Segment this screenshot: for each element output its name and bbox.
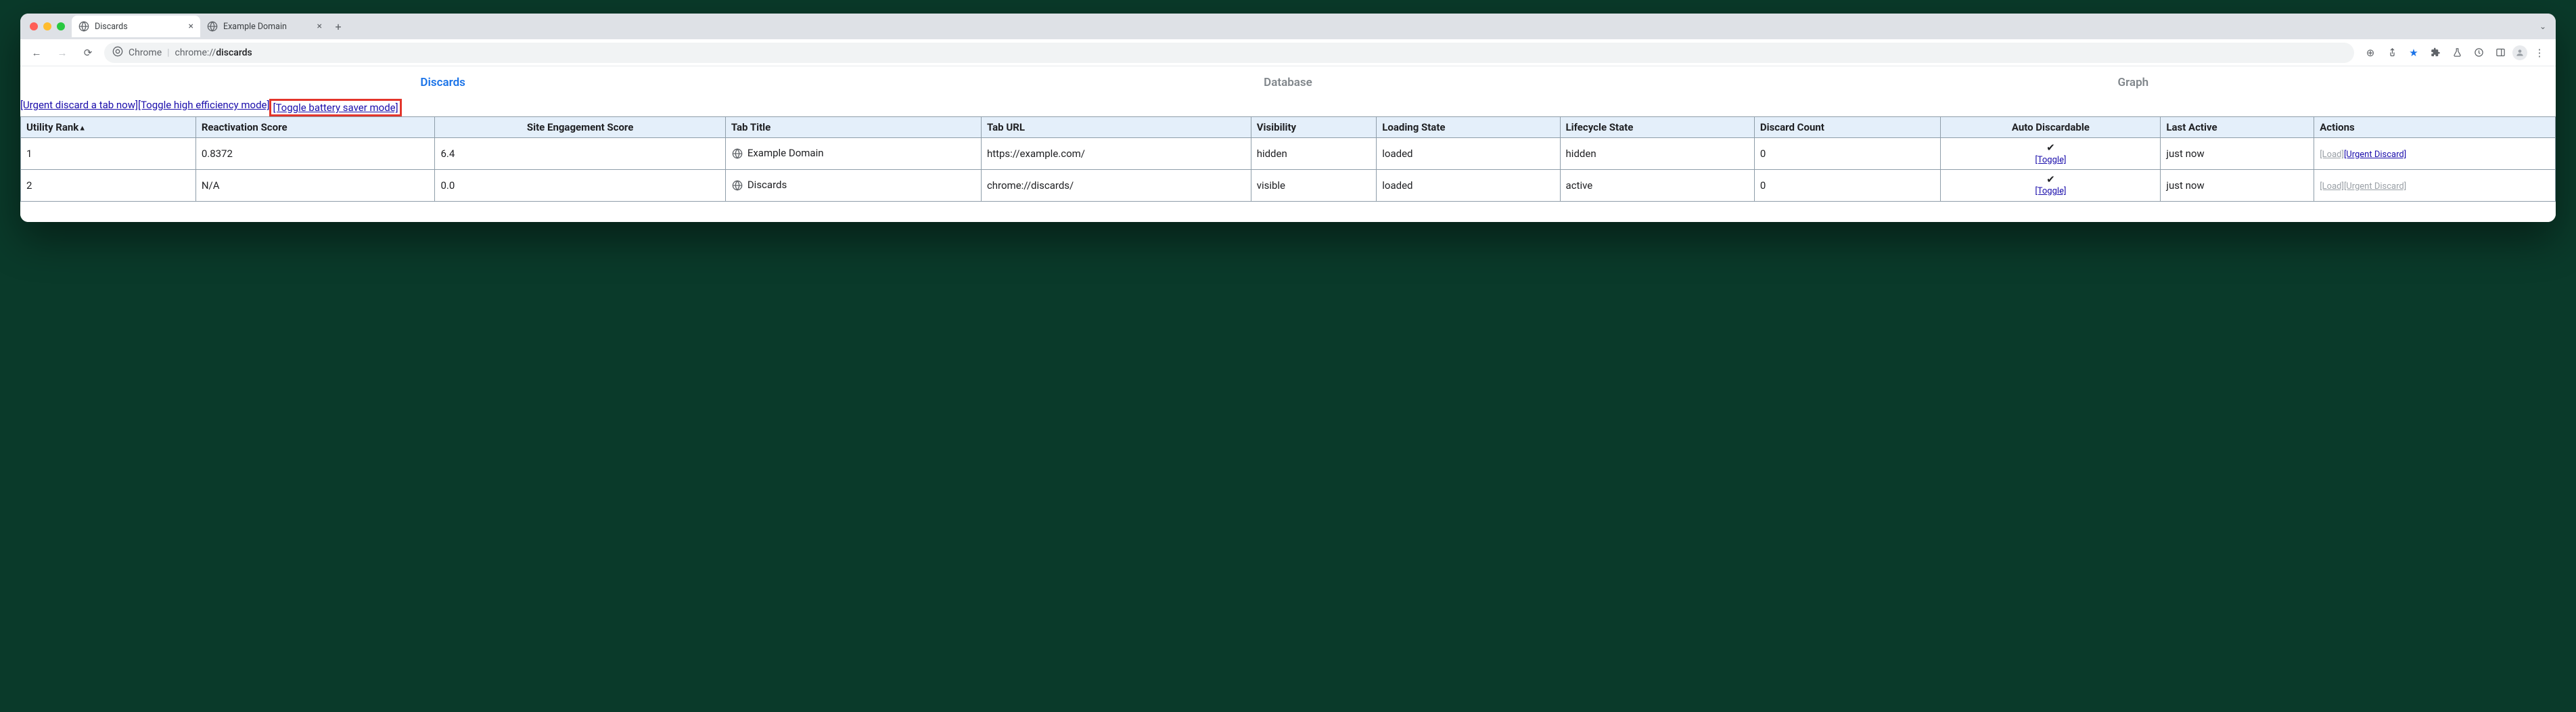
tab-title: Discards bbox=[95, 22, 128, 32]
bookmark-star-icon[interactable]: ★ bbox=[2404, 43, 2423, 62]
table-row: 2N/A0.0Discardschrome://discards/visible… bbox=[21, 169, 2556, 201]
page-content: Discards Database Graph [Urgent discard … bbox=[20, 66, 2556, 222]
globe-icon bbox=[731, 179, 743, 192]
col-visibility[interactable]: Visibility bbox=[1251, 117, 1377, 138]
action-links-row: [Urgent discard a tab now][Toggle high e… bbox=[20, 99, 2556, 116]
tab-strip: Discards × Example Domain × + ⌄ bbox=[20, 14, 2556, 39]
toggle-auto-link[interactable]: [Toggle] bbox=[2035, 186, 2066, 196]
cell-url: https://example.com/ bbox=[981, 138, 1251, 170]
forward-button: → bbox=[53, 43, 72, 62]
close-window-button[interactable] bbox=[30, 22, 38, 30]
cell-actions: [Load][Urgent Discard] bbox=[2314, 138, 2556, 170]
check-icon: ✔ bbox=[2046, 173, 2055, 185]
cell-visibility: hidden bbox=[1251, 138, 1377, 170]
cell-engagement: 0.0 bbox=[435, 169, 725, 201]
toolbar-right: ⊕ ★ ⋮ bbox=[2361, 43, 2549, 62]
load-action-link: [Load] bbox=[2320, 150, 2344, 160]
cell-auto-discardable: ✔[Toggle] bbox=[1941, 138, 2161, 170]
address-bar[interactable]: Chrome | chrome://discards bbox=[104, 43, 2354, 63]
check-icon: ✔ bbox=[2046, 141, 2055, 154]
cell-last-active: just now bbox=[2161, 138, 2314, 170]
window-controls bbox=[27, 22, 72, 30]
cell-loading: loaded bbox=[1377, 138, 1560, 170]
toolbar: ← → ⟳ Chrome | chrome://discards ⊕ ★ bbox=[20, 39, 2556, 66]
page-nav-tabs: Discards Database Graph bbox=[20, 66, 2556, 99]
maximize-window-button[interactable] bbox=[57, 22, 65, 30]
cell-reactivation: N/A bbox=[196, 169, 435, 201]
table-row: 10.83726.4Example Domainhttps://example.… bbox=[21, 138, 2556, 170]
omnibox-prefix: Chrome bbox=[129, 47, 162, 58]
urgent-discard-action-link[interactable]: [Urgent Discard] bbox=[2344, 150, 2406, 160]
omnibox-separator: | bbox=[167, 47, 169, 58]
globe-icon bbox=[731, 148, 743, 160]
menu-icon[interactable]: ⋮ bbox=[2530, 43, 2549, 62]
cell-discard-count: 0 bbox=[1754, 169, 1941, 201]
col-lifecycle-state[interactable]: Lifecycle State bbox=[1560, 117, 1754, 138]
toggle-battery-link[interactable]: [Toggle battery saver mode] bbox=[273, 102, 398, 114]
profile-avatar[interactable] bbox=[2512, 45, 2527, 60]
cell-url: chrome://discards/ bbox=[981, 169, 1251, 201]
cell-rank: 2 bbox=[21, 169, 196, 201]
browser-tab-discards[interactable]: Discards × bbox=[72, 16, 200, 37]
urgent-discard-action-link: [Urgent Discard] bbox=[2344, 181, 2406, 192]
cell-engagement: 6.4 bbox=[435, 138, 725, 170]
cell-reactivation: 0.8372 bbox=[196, 138, 435, 170]
updates-icon[interactable] bbox=[2469, 43, 2488, 62]
cell-lifecycle: active bbox=[1560, 169, 1754, 201]
load-action-link: [Load] bbox=[2320, 181, 2344, 192]
highlight-box: [Toggle battery saver mode] bbox=[269, 99, 401, 116]
cell-title: Example Domain bbox=[725, 138, 981, 170]
col-auto-discardable[interactable]: Auto Discardable bbox=[1941, 117, 2161, 138]
cell-last-active: just now bbox=[2161, 169, 2314, 201]
cell-loading: loaded bbox=[1377, 169, 1560, 201]
browser-tab-example[interactable]: Example Domain × bbox=[200, 16, 329, 37]
cell-title: Discards bbox=[725, 169, 981, 201]
col-actions[interactable]: Actions bbox=[2314, 117, 2556, 138]
col-last-active[interactable]: Last Active bbox=[2161, 117, 2314, 138]
side-panel-icon[interactable] bbox=[2491, 43, 2510, 62]
globe-icon bbox=[78, 21, 89, 32]
chrome-icon bbox=[112, 46, 123, 60]
reload-button[interactable]: ⟳ bbox=[78, 43, 97, 62]
tab-title: Example Domain bbox=[223, 22, 287, 32]
cell-rank: 1 bbox=[21, 138, 196, 170]
nav-tab-graph[interactable]: Graph bbox=[1711, 76, 2556, 89]
urgent-discard-link[interactable]: [Urgent discard a tab now] bbox=[20, 99, 138, 116]
minimize-window-button[interactable] bbox=[43, 22, 51, 30]
col-engagement[interactable]: Site Engagement Score bbox=[435, 117, 725, 138]
cell-visibility: visible bbox=[1251, 169, 1377, 201]
close-tab-icon[interactable]: × bbox=[317, 21, 322, 32]
labs-icon[interactable] bbox=[2447, 43, 2466, 62]
cell-auto-discardable: ✔[Toggle] bbox=[1941, 169, 2161, 201]
cell-actions: [Load][Urgent Discard] bbox=[2314, 169, 2556, 201]
sort-asc-icon: ▲ bbox=[78, 124, 86, 133]
col-loading-state[interactable]: Loading State bbox=[1377, 117, 1560, 138]
table-header-row: Utility Rank▲ Reactivation Score Site En… bbox=[21, 117, 2556, 138]
extensions-icon[interactable] bbox=[2426, 43, 2445, 62]
new-tab-button[interactable]: + bbox=[329, 17, 348, 36]
globe-icon bbox=[207, 21, 218, 32]
close-tab-icon[interactable]: × bbox=[189, 21, 193, 32]
browser-window: Discards × Example Domain × + ⌄ ← → ⟳ Ch… bbox=[20, 14, 2556, 222]
col-tab-url[interactable]: Tab URL bbox=[981, 117, 1251, 138]
back-button[interactable]: ← bbox=[27, 43, 46, 62]
nav-tab-database[interactable]: Database bbox=[865, 76, 1710, 89]
toggle-efficiency-link[interactable]: [Toggle high efficiency mode] bbox=[138, 99, 270, 116]
cell-discard-count: 0 bbox=[1754, 138, 1941, 170]
tab-dropdown-icon[interactable]: ⌄ bbox=[2539, 22, 2546, 31]
nav-tab-discards[interactable]: Discards bbox=[20, 76, 865, 89]
toggle-auto-link[interactable]: [Toggle] bbox=[2035, 155, 2066, 165]
col-discard-count[interactable]: Discard Count bbox=[1754, 117, 1941, 138]
omnibox-url: chrome://discards bbox=[175, 47, 252, 58]
col-tab-title[interactable]: Tab Title bbox=[725, 117, 981, 138]
col-utility-rank[interactable]: Utility Rank▲ bbox=[21, 117, 196, 138]
cell-lifecycle: hidden bbox=[1560, 138, 1754, 170]
col-reactivation[interactable]: Reactivation Score bbox=[196, 117, 435, 138]
discards-table: Utility Rank▲ Reactivation Score Site En… bbox=[20, 116, 2556, 202]
zoom-icon[interactable]: ⊕ bbox=[2361, 43, 2380, 62]
share-icon[interactable] bbox=[2383, 43, 2401, 62]
